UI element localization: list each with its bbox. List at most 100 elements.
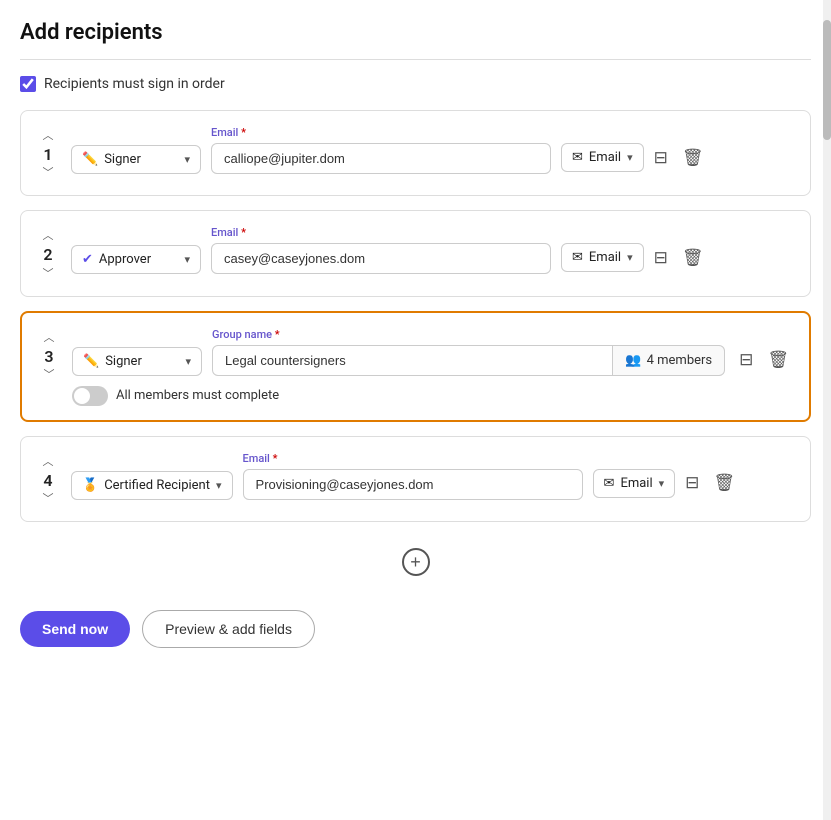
people-icon-3: 👥 xyxy=(625,353,641,368)
recipient-card-2: ︿ 2 ﹀ ✔ Approver ▾ Email * ✉ xyxy=(20,210,811,296)
order-num-4: 4 xyxy=(43,470,52,492)
role-select-3[interactable]: ✏️ Signer ▾ xyxy=(72,347,202,376)
chevron-down-2[interactable]: ﹀ xyxy=(41,267,56,282)
preview-button[interactable]: Preview & add fields xyxy=(142,610,315,648)
card-body-4: 🏅 Certified Recipient ▾ Email * ✉ Email … xyxy=(71,451,794,500)
email-input-4[interactable] xyxy=(243,469,583,500)
all-members-row-3: All members must complete xyxy=(72,386,793,406)
chevron-down-1[interactable]: ﹀ xyxy=(41,166,56,181)
recipient-card-4: ︿ 4 ﹀ 🏅 Certified Recipient ▾ Email * xyxy=(20,436,811,522)
group-name-group-3: Group name * 👥 4 members xyxy=(212,328,725,376)
group-name-label-3: Group name * xyxy=(212,328,725,341)
order-col-3: ︿ 3 ﹀ xyxy=(38,327,60,383)
divider xyxy=(20,59,811,60)
order-col-1: ︿ 1 ﹀ xyxy=(37,125,59,181)
members-count-3: 4 members xyxy=(647,353,713,368)
order-col-2: ︿ 2 ﹀ xyxy=(37,225,59,281)
settings-btn-4[interactable]: ⊟ xyxy=(681,469,703,497)
role-chevron-4: ▾ xyxy=(216,479,222,492)
email-label-2: Email * xyxy=(211,226,551,239)
email-group-2: Email * xyxy=(211,226,551,274)
delete-btn-3[interactable]: 🗑 xyxy=(763,346,793,374)
cert-icon-4: 🏅 xyxy=(82,478,98,493)
all-members-toggle-3[interactable] xyxy=(72,386,108,406)
card-body-1: ✏️ Signer ▾ Email * ✉ Email ▾ ⊟ 🗑 xyxy=(71,125,794,174)
role-group-4: 🏅 Certified Recipient ▾ xyxy=(71,451,233,500)
role-group-2: ✔ Approver ▾ xyxy=(71,225,201,274)
settings-btn-3[interactable]: ⊟ xyxy=(735,346,757,374)
email-delivery-icon-1: ✉ xyxy=(572,150,583,165)
role-chevron-2: ▾ xyxy=(184,253,190,266)
card-actions-3: ⊟ 🗑 xyxy=(735,346,793,376)
order-col-4: ︿ 4 ﹀ xyxy=(37,451,59,507)
card-body-3: ✏️ Signer ▾ Group name * 👥 4 members xyxy=(72,327,793,406)
chevron-up-1[interactable]: ︿ xyxy=(41,129,56,144)
delivery-label-1: Email xyxy=(589,150,621,165)
add-recipient-button[interactable]: + xyxy=(20,536,811,588)
email-delivery-icon-4: ✉ xyxy=(604,476,615,491)
role-select-4[interactable]: 🏅 Certified Recipient ▾ xyxy=(71,471,233,500)
chevron-down-3[interactable]: ﹀ xyxy=(42,368,57,383)
signer-icon-3: ✏️ xyxy=(83,354,99,369)
sign-order-label: Recipients must sign in order xyxy=(44,76,225,92)
all-members-label-3: All members must complete xyxy=(116,388,279,403)
order-num-1: 1 xyxy=(43,144,52,166)
role-select-2[interactable]: ✔ Approver ▾ xyxy=(71,245,201,274)
scrollbar[interactable] xyxy=(823,0,831,820)
recipient-card-3: ︿ 3 ﹀ ✏️ Signer ▾ Group name * � xyxy=(20,311,811,422)
role-label-2: Approver xyxy=(99,252,151,267)
card-body-2: ✔ Approver ▾ Email * ✉ Email ▾ ⊟ 🗑 xyxy=(71,225,794,274)
role-select-1[interactable]: ✏️ Signer ▾ xyxy=(71,145,201,174)
delivery-label-4: Email xyxy=(620,476,652,491)
delete-btn-2[interactable]: 🗑 xyxy=(678,244,708,272)
role-group-3: ✏️ Signer ▾ xyxy=(72,327,202,376)
bottom-bar: Send now Preview & add fields xyxy=(20,598,811,648)
chevron-up-4[interactable]: ︿ xyxy=(41,455,56,470)
chevron-down-4[interactable]: ﹀ xyxy=(41,492,56,507)
delivery-select-2[interactable]: ✉ Email ▾ xyxy=(561,243,644,272)
signer-icon-1: ✏️ xyxy=(82,152,98,167)
group-name-input-wrapper: 👥 4 members xyxy=(212,345,725,376)
email-delivery-icon-2: ✉ xyxy=(572,250,583,265)
send-now-button[interactable]: Send now xyxy=(20,611,130,647)
chevron-up-2[interactable]: ︿ xyxy=(41,229,56,244)
email-group-1: Email * xyxy=(211,126,551,174)
settings-btn-2[interactable]: ⊟ xyxy=(650,244,672,272)
email-input-1[interactable] xyxy=(211,143,551,174)
card-actions-2: ✉ Email ▾ ⊟ 🗑 xyxy=(561,243,707,274)
card-actions-1: ✉ Email ▾ ⊟ 🗑 xyxy=(561,143,707,174)
group-name-input-3[interactable] xyxy=(212,345,613,376)
scrollbar-thumb[interactable] xyxy=(823,20,831,140)
card-row-2: ✔ Approver ▾ Email * ✉ Email ▾ ⊟ 🗑 xyxy=(71,225,794,274)
role-label-3: Signer xyxy=(105,354,142,369)
members-badge-3[interactable]: 👥 4 members xyxy=(613,345,725,376)
delivery-select-4[interactable]: ✉ Email ▾ xyxy=(593,469,676,498)
order-num-3: 3 xyxy=(44,346,53,368)
settings-btn-1[interactable]: ⊟ xyxy=(650,144,672,172)
sign-order-row: Recipients must sign in order xyxy=(20,76,811,92)
role-chevron-1: ▾ xyxy=(184,153,190,166)
recipient-card-1: ︿ 1 ﹀ ✏️ Signer ▾ Email * ✉ xyxy=(20,110,811,196)
add-circle-icon: + xyxy=(402,548,430,576)
approver-icon-2: ✔ xyxy=(82,252,93,267)
delete-btn-1[interactable]: 🗑 xyxy=(678,144,708,172)
delivery-chevron-1: ▾ xyxy=(627,151,633,164)
role-label-4: Certified Recipient xyxy=(104,478,210,493)
page-title: Add recipients xyxy=(20,20,811,45)
email-group-4: Email * xyxy=(243,452,583,500)
role-label-1: Signer xyxy=(104,152,141,167)
delivery-select-1[interactable]: ✉ Email ▾ xyxy=(561,143,644,172)
email-input-2[interactable] xyxy=(211,243,551,274)
delete-btn-4[interactable]: 🗑 xyxy=(709,469,739,497)
email-label-4: Email * xyxy=(243,452,583,465)
chevron-up-3[interactable]: ︿ xyxy=(42,331,57,346)
order-num-2: 2 xyxy=(43,244,52,266)
plus-icon: + xyxy=(410,552,421,573)
card-row-4: 🏅 Certified Recipient ▾ Email * ✉ Email … xyxy=(71,451,794,500)
delivery-chevron-4: ▾ xyxy=(659,477,665,490)
email-label-1: Email * xyxy=(211,126,551,139)
card-row-1: ✏️ Signer ▾ Email * ✉ Email ▾ ⊟ 🗑 xyxy=(71,125,794,174)
sign-order-checkbox[interactable] xyxy=(20,76,36,92)
delivery-chevron-2: ▾ xyxy=(627,251,633,264)
card-actions-4: ✉ Email ▾ ⊟ 🗑 xyxy=(593,469,739,500)
